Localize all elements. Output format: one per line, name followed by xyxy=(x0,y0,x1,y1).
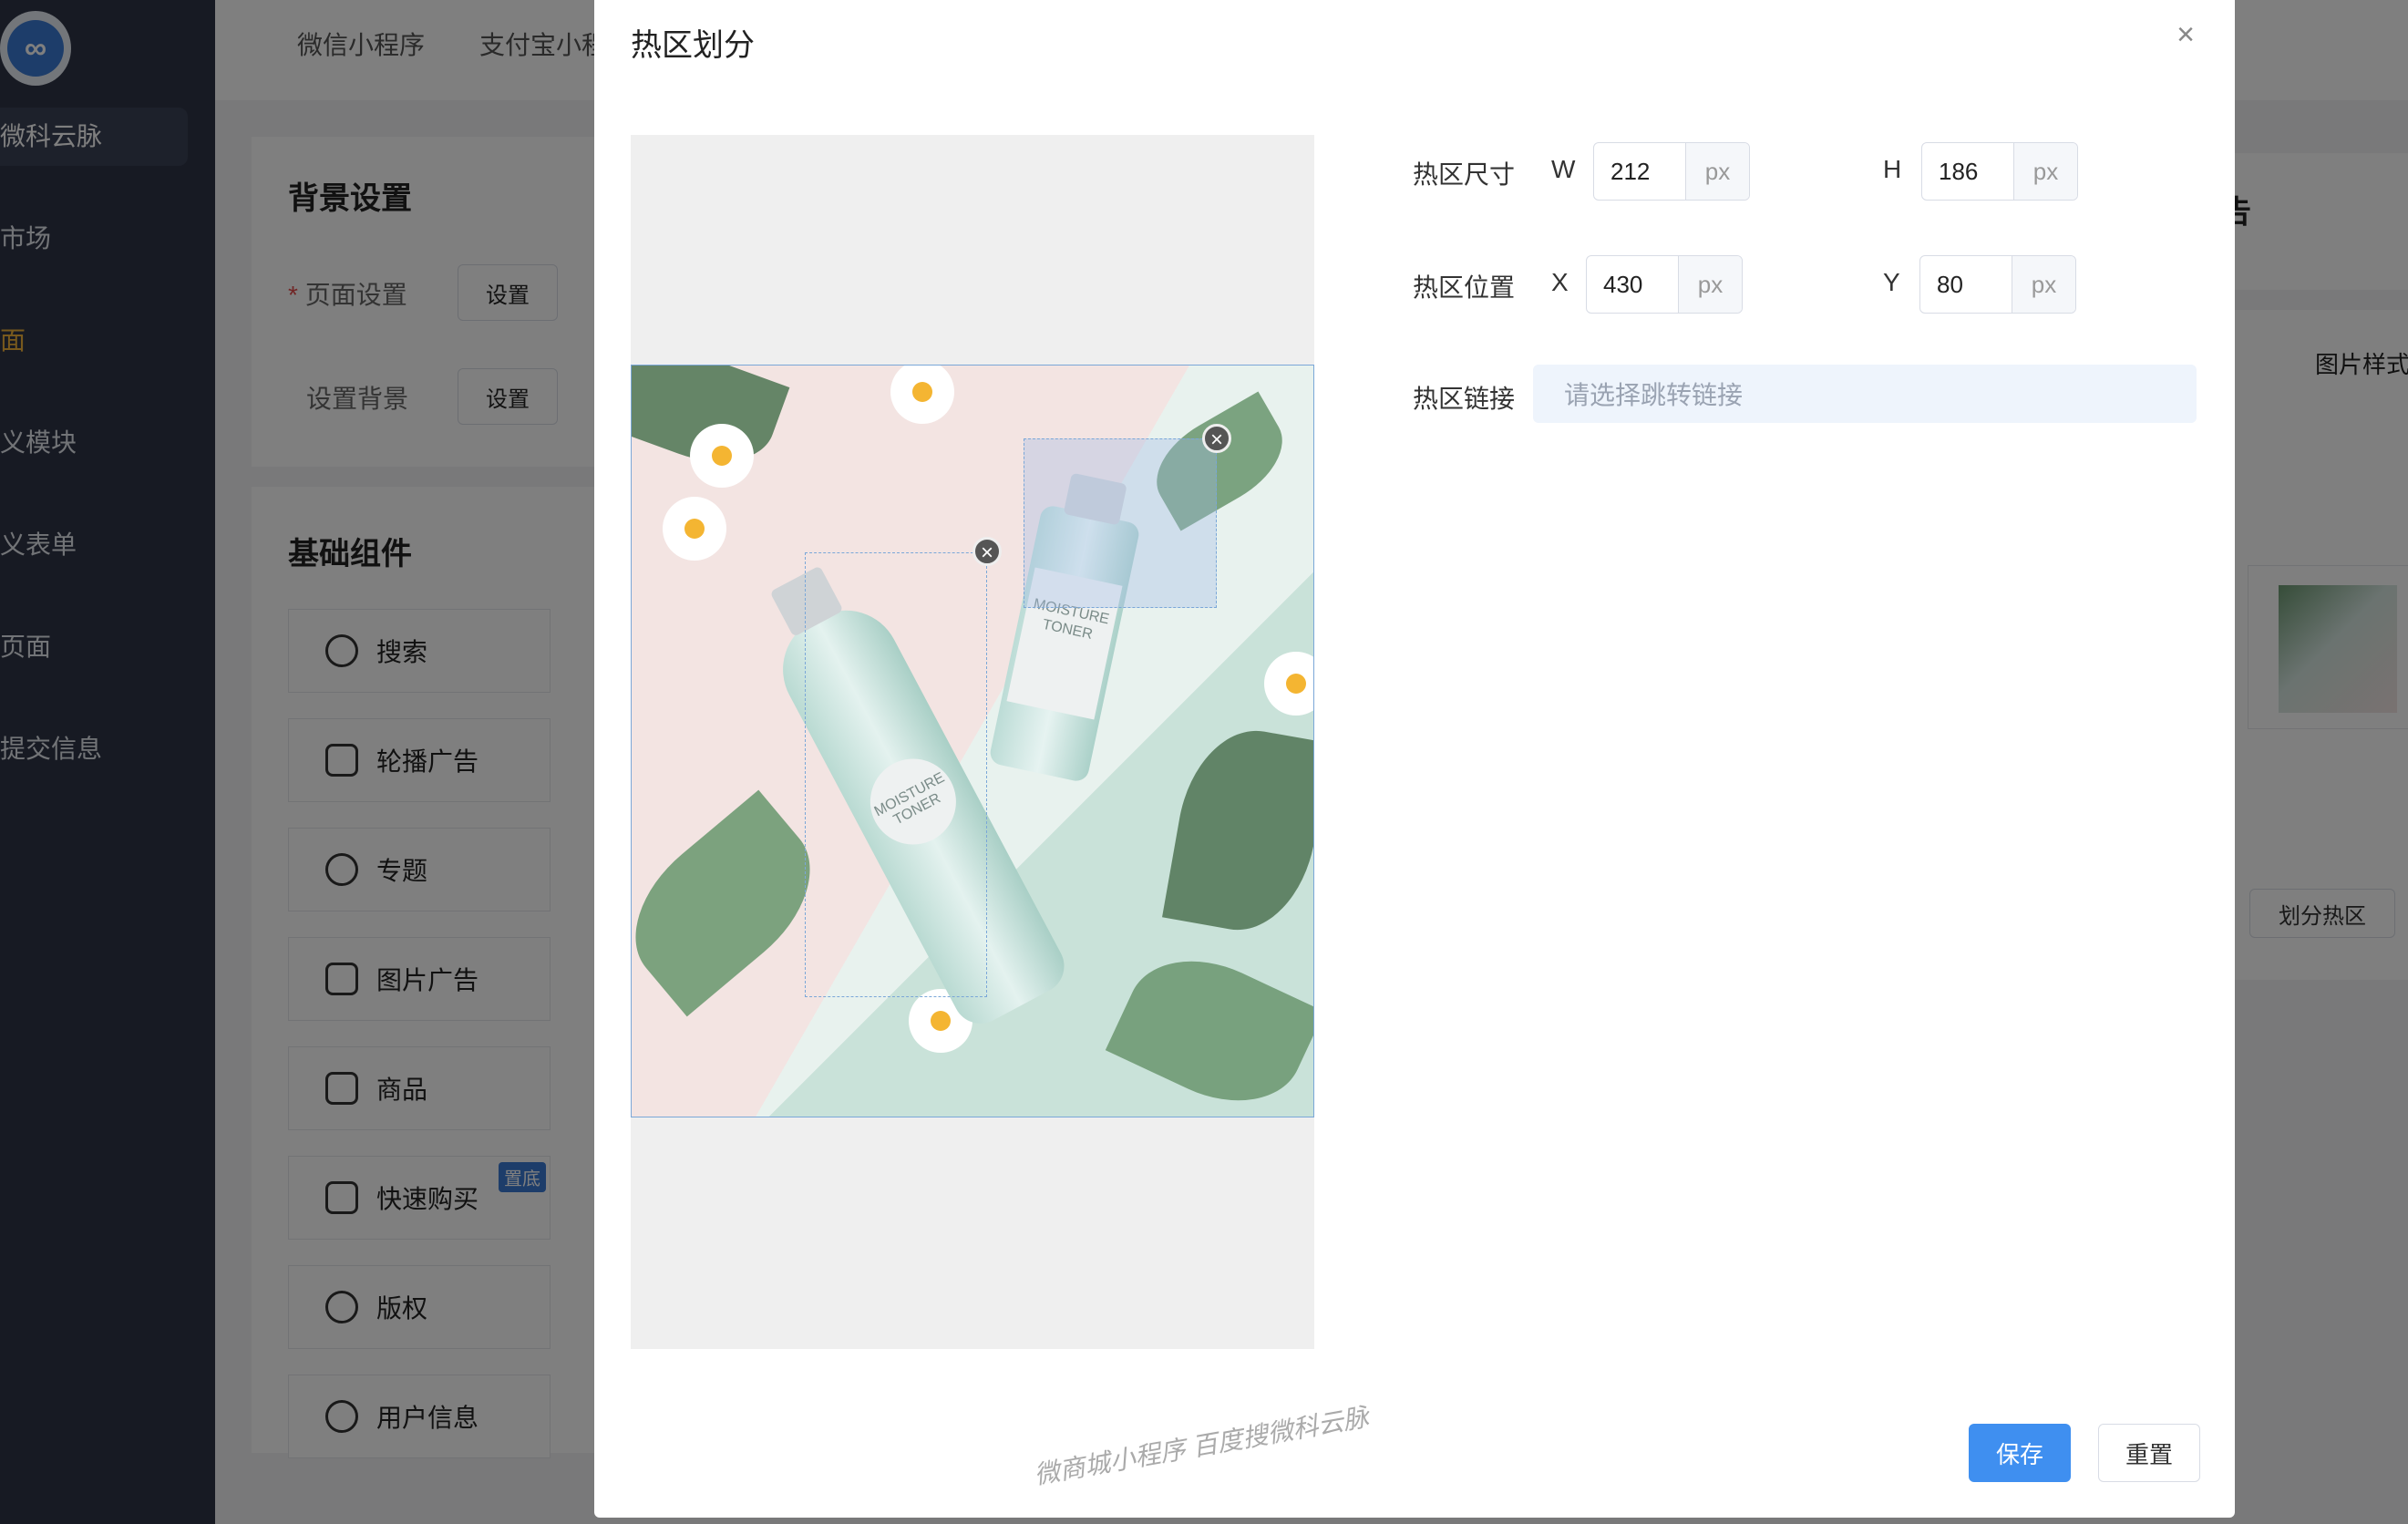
flower-decoration xyxy=(896,366,949,418)
flower-decoration xyxy=(695,429,748,482)
width-axis-label: W xyxy=(1551,155,1576,183)
hotzone-image[interactable]: MOISTURE TONER MOISTURE TONER × × xyxy=(631,365,1314,1117)
y-field[interactable]: 80 px xyxy=(1919,255,2076,314)
hotzone-1[interactable] xyxy=(805,552,987,997)
x-field[interactable]: 430 px xyxy=(1586,255,1743,314)
flower-decoration xyxy=(668,502,721,555)
y-axis-label: Y xyxy=(1883,268,1900,296)
height-field[interactable]: 186 px xyxy=(1921,142,2078,201)
hotzone-modal: 热区划分 × MOISTURE TONER MOISTURE TONER × × 热… xyxy=(594,0,2235,1518)
hotzone-link-input[interactable]: 请选择跳转链接 xyxy=(1533,365,2197,423)
width-field[interactable]: 212 px xyxy=(1593,142,1750,201)
height-axis-label: H xyxy=(1883,155,1902,183)
delete-hotzone-2-icon[interactable]: × xyxy=(1202,424,1231,453)
hotzone-link-label: 热区链接 xyxy=(1413,385,1516,413)
hotzone-size-label: 热区尺寸 xyxy=(1413,160,1516,189)
flower-decoration xyxy=(1270,657,1313,710)
leaf-decoration xyxy=(1162,719,1313,942)
x-axis-label: X xyxy=(1551,268,1569,296)
save-button[interactable]: 保存 xyxy=(1969,1424,2071,1482)
watermark: 微商城小程序 百度搜微科云脉 xyxy=(1032,1402,1371,1490)
reset-button[interactable]: 重置 xyxy=(2098,1424,2200,1482)
leaf-decoration xyxy=(1105,934,1313,1117)
hotzone-position-label: 热区位置 xyxy=(1413,273,1516,302)
hotzone-2[interactable] xyxy=(1024,438,1217,608)
close-icon[interactable]: × xyxy=(2171,19,2200,50)
modal-title: 热区划分 xyxy=(631,28,755,63)
delete-hotzone-1-icon[interactable]: × xyxy=(972,537,1002,566)
